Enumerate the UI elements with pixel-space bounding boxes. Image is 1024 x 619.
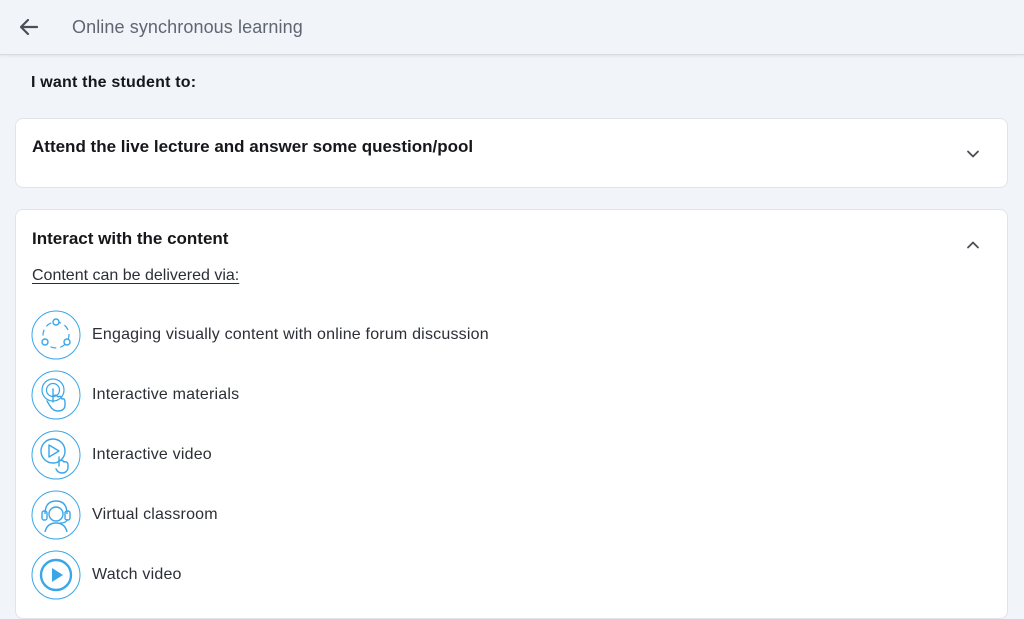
touch-hand-icon bbox=[31, 370, 81, 420]
arrow-left-icon bbox=[19, 18, 39, 36]
accordion-interact-content[interactable]: Interact with the content Content can be… bbox=[15, 209, 1008, 619]
chevron-up-icon bbox=[967, 241, 979, 249]
page-title: Online synchronous learning bbox=[72, 17, 303, 37]
share-network-icon bbox=[31, 310, 81, 360]
option-label: Interactive video bbox=[92, 446, 212, 463]
delivery-methods-link[interactable]: Content can be delivered via: bbox=[32, 267, 239, 285]
accordion-title: Interact with the content bbox=[32, 229, 229, 248]
option-label: Watch video bbox=[92, 566, 182, 583]
delivery-options-list: Engaging visually content with online fo… bbox=[31, 305, 489, 605]
option-virtual-classroom[interactable]: Virtual classroom bbox=[31, 485, 489, 545]
back-button[interactable] bbox=[12, 10, 46, 44]
section-heading: I want the student to: bbox=[31, 74, 197, 91]
option-label: Engaging visually content with online fo… bbox=[92, 326, 489, 343]
accordion-live-lecture[interactable]: Attend the live lecture and answer some … bbox=[15, 118, 1008, 188]
option-label: Interactive materials bbox=[92, 386, 240, 403]
play-touch-icon bbox=[31, 430, 81, 480]
play-circle-icon bbox=[31, 550, 81, 600]
option-interactive-materials[interactable]: Interactive materials bbox=[31, 365, 489, 425]
option-label: Virtual classroom bbox=[92, 506, 218, 523]
option-interactive-video[interactable]: Interactive video bbox=[31, 425, 489, 485]
chevron-down-icon bbox=[967, 150, 979, 158]
top-bar: Online synchronous learning bbox=[0, 0, 1024, 55]
expand-toggle[interactable] bbox=[965, 146, 981, 162]
collapse-toggle[interactable] bbox=[965, 237, 981, 253]
headset-person-icon bbox=[31, 490, 81, 540]
accordion-title: Attend the live lecture and answer some … bbox=[32, 137, 474, 156]
option-forum-discussion[interactable]: Engaging visually content with online fo… bbox=[31, 305, 489, 365]
option-watch-video[interactable]: Watch video bbox=[31, 545, 489, 605]
